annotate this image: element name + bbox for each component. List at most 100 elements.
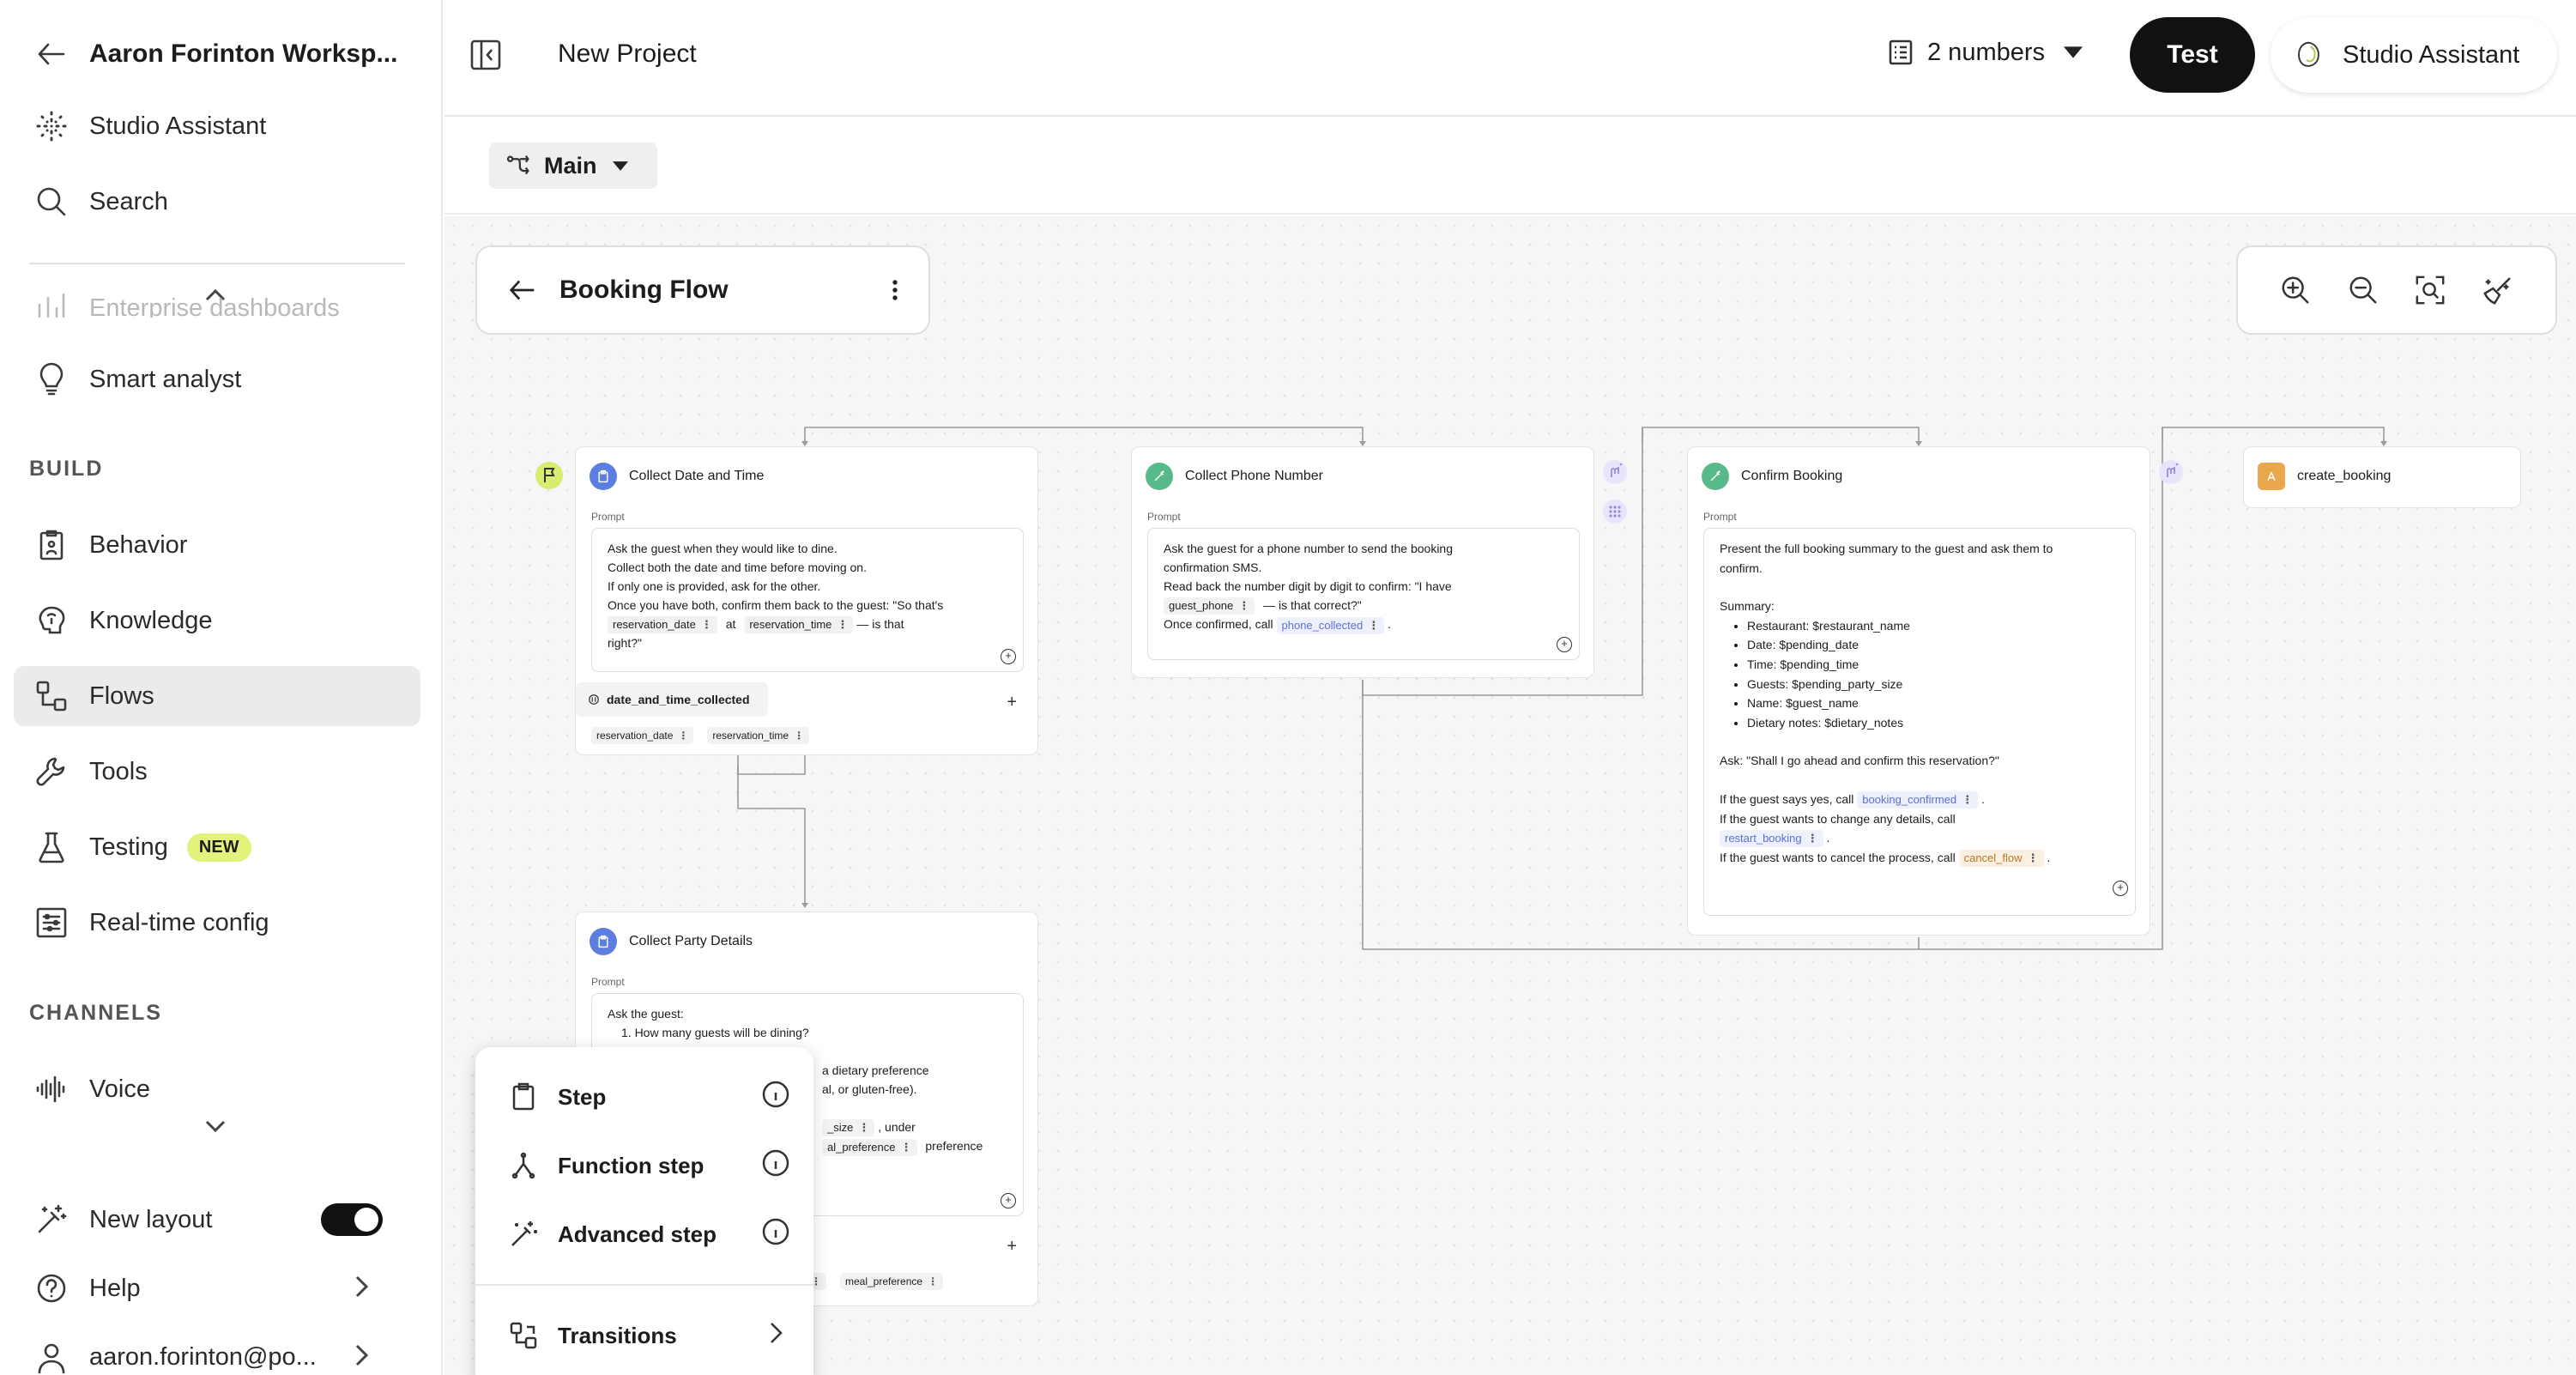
sub-bar: Main [444, 118, 2576, 215]
prompt-text[interactable]: Ask the guest when they would like to di… [591, 528, 1024, 672]
add-circle-icon[interactable]: + [1001, 649, 1016, 664]
fit-view-icon[interactable] [2414, 274, 2446, 306]
transition-chip[interactable]: restart_booking ⋮ [1720, 830, 1823, 848]
assistant-label: Studio Assistant [2343, 40, 2520, 69]
step-node-confirm-booking[interactable]: Confirm Booking Prompt Present the full … [1687, 446, 2150, 936]
sidebar-item-realtime-config[interactable]: Real-time config [14, 893, 420, 953]
prompt-text[interactable]: Present the full booking summary to the … [1703, 528, 2136, 916]
sliders-icon [14, 906, 89, 940]
step-node-collect-phone[interactable]: Collect Phone Number Prompt Ask the gues… [1131, 446, 1594, 678]
zoom-in-icon[interactable] [2279, 274, 2312, 306]
variable-chip[interactable]: guest_phone ⋮ [1164, 597, 1255, 615]
variable-chip[interactable]: reservation_date ⋮ [591, 727, 694, 744]
menu-item-step[interactable]: Step [508, 1071, 791, 1123]
variable-chip[interactable]: reservation_date ⋮ [608, 616, 717, 634]
prompt-line: reservation_date ⋮ at reservation_time ⋮ —… [608, 615, 1007, 634]
variable-chip[interactable]: al_preference ⋮ [822, 1138, 917, 1156]
back-arrow-icon[interactable] [14, 37, 89, 71]
sidebar-item-user[interactable]: aaron.forinton@po... [14, 1327, 420, 1375]
chip-label: booking_confirmed [1862, 792, 1957, 806]
transition-chip[interactable]: cancel_flow ⋮ [1958, 850, 2044, 868]
wand-icon [1702, 463, 1729, 490]
variable-chip[interactable]: reservation_time ⋮ [744, 616, 854, 634]
workspace-header[interactable]: Aaron Forinton Worksp... [14, 24, 420, 84]
flow-title: Booking Flow [559, 276, 729, 304]
sidebar-item-smart-analyst[interactable]: Smart analyst [14, 349, 420, 409]
new-layout-toggle[interactable] [321, 1203, 383, 1236]
chip-label: guest_phone [1169, 599, 1234, 613]
prompt-text[interactable]: Ask the guest for a phone number to send… [1147, 528, 1580, 660]
function-chip[interactable]: date_and_time_collected [576, 682, 768, 717]
test-button[interactable]: Test [2130, 17, 2255, 93]
prompt-line: right?" [608, 636, 642, 651]
add-transition-icon[interactable]: + [1007, 1237, 1017, 1257]
transition-chip[interactable]: booking_confirmed ⋮ [1857, 791, 1979, 809]
chip-label: cancel_flow [1963, 851, 2023, 864]
chevron-right-icon [347, 1272, 376, 1305]
variable-chip[interactable]: _size ⋮ [822, 1119, 875, 1137]
menu-item-function-step[interactable]: Function step [508, 1140, 791, 1191]
sidebar-item-new-layout[interactable]: New layout [14, 1190, 420, 1250]
caret-down-icon [2064, 46, 2083, 58]
project-title: New Project [558, 39, 697, 68]
sidebar-item-flows[interactable]: Flows [14, 666, 420, 726]
sidebar-item-label: Flows [89, 681, 154, 710]
prompt-line: 1. How many guests will be dining? [621, 1026, 809, 1039]
sidebar-item-studio-assistant[interactable]: Studio Assistant [14, 96, 420, 156]
sidebar-item-label: Studio Assistant [89, 112, 267, 140]
menu-item-label: Advanced step [558, 1221, 717, 1247]
variable-chip[interactable]: reservation_time ⋮ [707, 727, 810, 744]
add-step-menu: Step Function step Advanced step Transit… [475, 1047, 813, 1375]
prompt-word: at [725, 617, 736, 631]
sidebar-item-help[interactable]: Help [14, 1258, 420, 1318]
sidebar-item-enterprise-dashboards[interactable]: Enterprise dashboards [14, 275, 420, 318]
node-title: Confirm Booking [1741, 469, 1843, 483]
scroll-down-chevron-icon[interactable] [203, 1118, 228, 1139]
add-circle-icon[interactable]: + [1001, 1193, 1016, 1208]
chip-label: restart_booking [1725, 832, 1802, 845]
grid-dots-icon[interactable] [1603, 500, 1627, 524]
node-title: Collect Date and Time [629, 469, 765, 483]
info-icon[interactable] [760, 1148, 791, 1184]
menu-item-advanced-step[interactable]: Advanced step [508, 1208, 791, 1260]
main-flow-selector[interactable]: Main [489, 142, 657, 189]
summary-bullet: Date: $pending_date [1747, 635, 2119, 655]
function-node-create-booking[interactable]: create_booking [2243, 446, 2521, 508]
zoom-out-icon[interactable] [2347, 274, 2379, 306]
add-transition-icon[interactable]: + [1007, 693, 1017, 712]
sidebar-item-knowledge[interactable]: Knowledge [14, 591, 420, 651]
auto-layout-broom-icon[interactable] [2482, 274, 2514, 306]
sidebar-item-tools[interactable]: Tools [14, 742, 420, 802]
user-icon [14, 1340, 89, 1374]
add-circle-icon[interactable]: + [2113, 881, 2128, 896]
sidebar-item-voice[interactable]: Voice [14, 1059, 420, 1119]
info-icon[interactable] [760, 1216, 791, 1253]
more-vertical-icon[interactable] [891, 275, 899, 306]
sidebar-item-search[interactable]: Search [14, 172, 420, 232]
back-arrow-icon[interactable] [506, 274, 539, 306]
voice-hand-icon[interactable] [1603, 460, 1627, 484]
menu-item-transitions[interactable]: Transitions [508, 1310, 791, 1361]
sidebar-item-behavior[interactable]: Behavior [14, 515, 420, 575]
sidebar-item-testing[interactable]: Testing NEW [14, 817, 420, 877]
chip-label: reservation_time [712, 730, 789, 742]
collapse-sidebar-icon[interactable] [469, 38, 503, 76]
prompt-line: If only one is provided, ask for the oth… [608, 579, 821, 593]
prompt-line: Ask the guest for a phone number to send… [1164, 542, 1454, 555]
studio-assistant-button[interactable]: Studio Assistant [2271, 17, 2557, 93]
zoom-controls [2236, 245, 2557, 335]
menu-item-label: Function step [558, 1152, 704, 1178]
section-build: BUILD [29, 457, 104, 481]
wrench-icon [14, 754, 89, 789]
variable-chip[interactable]: meal_preference ⋮ [840, 1273, 944, 1290]
transition-chip[interactable]: phone_collected ⋮ [1276, 616, 1385, 634]
add-circle-icon[interactable]: + [1557, 637, 1572, 652]
transitions-icon [510, 1322, 537, 1349]
chip-label: meal_preference [845, 1275, 923, 1287]
node-title: Collect Party Details [629, 934, 753, 948]
step-node-collect-date-time[interactable]: Collect Date and Time Prompt Ask the gue… [575, 446, 1038, 755]
numbers-dropdown[interactable]: 2 numbers [1886, 38, 2083, 67]
voice-hand-icon[interactable] [2159, 460, 2183, 484]
info-icon[interactable] [760, 1079, 791, 1116]
node-title: Collect Phone Number [1185, 469, 1323, 483]
